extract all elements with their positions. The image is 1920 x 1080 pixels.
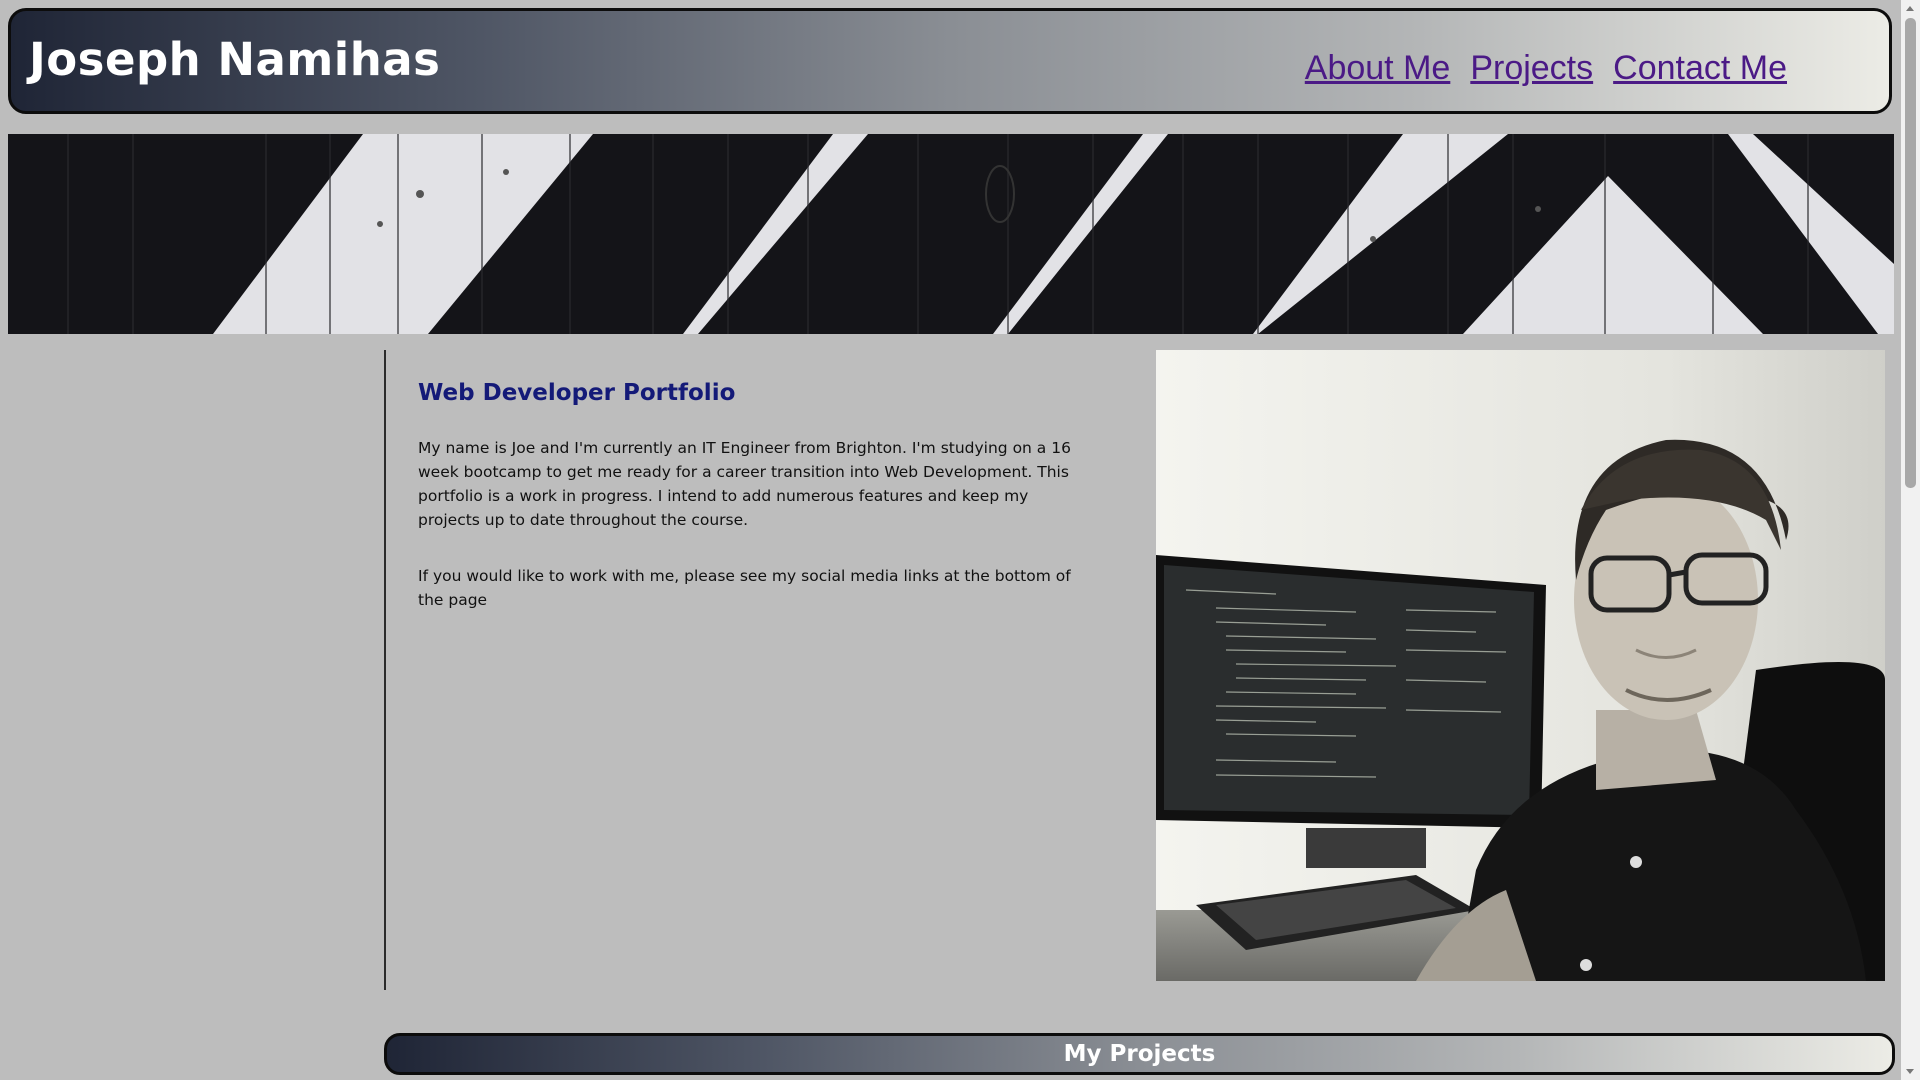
scrollbar-thumb[interactable]	[1905, 18, 1916, 488]
scroll-down-arrow-icon[interactable]	[1906, 1069, 1914, 1074]
main-nav: About Me Projects Contact Me	[1305, 49, 1787, 88]
about-section: Web Developer Portfolio My name is Joe a…	[418, 380, 1088, 644]
vertical-scrollbar[interactable]	[1901, 0, 1920, 1080]
scroll-up-arrow-icon[interactable]	[1906, 6, 1914, 11]
nav-link-contact-me[interactable]: Contact Me	[1613, 49, 1787, 88]
about-paragraph-1: My name is Joe and I'm currently an IT E…	[418, 439, 1071, 529]
projects-heading: My Projects	[1063, 1041, 1216, 1067]
nav-link-projects[interactable]: Projects	[1470, 49, 1593, 88]
banner-image	[8, 134, 1894, 334]
profile-photo	[1156, 350, 1885, 981]
about-paragraph-2: If you would like to work with me, pleas…	[418, 567, 1071, 609]
nav-link-about-me[interactable]: About Me	[1305, 49, 1451, 88]
site-header: Joseph Namihas About Me Projects Contact…	[8, 8, 1892, 114]
banner-stripes-graphic	[8, 134, 1894, 334]
site-title: Joseph Namihas	[29, 33, 441, 86]
content-divider	[384, 350, 386, 990]
profile-photo-image	[1156, 350, 1885, 981]
projects-section-header: My Projects	[384, 1033, 1895, 1075]
about-heading: Web Developer Portfolio	[418, 380, 736, 406]
page: Joseph Namihas About Me Projects Contact…	[0, 0, 1920, 1080]
